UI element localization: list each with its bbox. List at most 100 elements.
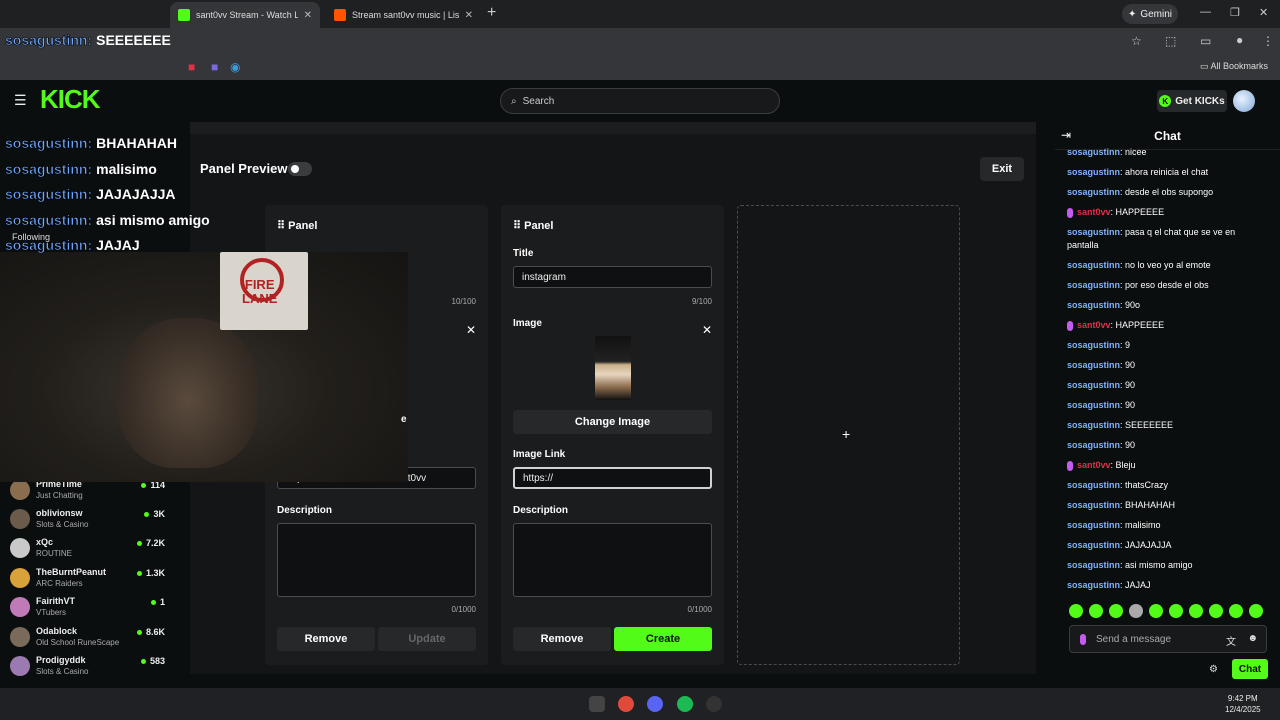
taskbar-search-icon[interactable] (589, 696, 605, 712)
minimize-icon[interactable]: — (1200, 6, 1211, 18)
chat-username[interactable]: sosagustinn (1067, 560, 1120, 570)
bookmark-icon[interactable]: ■ (188, 60, 195, 74)
tab-soundcloud[interactable]: Stream sant0vv music | Listen to ✕ (326, 2, 481, 28)
close-window-icon[interactable]: ✕ (1259, 6, 1268, 19)
search-input[interactable]: ⌕ Search (500, 88, 780, 114)
gemini-button[interactable]: ✦ Gemini (1122, 4, 1178, 24)
sidebar-streamer[interactable]: oblivionsw Slots & Casino 3K (10, 507, 165, 535)
extensions-icon[interactable]: ⬚ (1165, 34, 1176, 48)
sidebar-streamer[interactable]: Prodigyddk Slots & Casino 583 (10, 654, 165, 682)
user-avatar[interactable] (1233, 90, 1255, 112)
profile-icon[interactable]: ● (1236, 33, 1243, 47)
chat-username[interactable]: sosagustinn (1067, 227, 1120, 237)
restore-icon[interactable]: ❐ (1230, 6, 1240, 19)
emote-icon[interactable] (1229, 604, 1243, 618)
chat-username[interactable]: sosagustinn (1067, 187, 1120, 197)
chat-text: 90 (1125, 400, 1136, 410)
chat-username[interactable]: sosagustinn (1067, 540, 1120, 550)
emote-icon[interactable] (1249, 604, 1263, 618)
chat-username[interactable]: sosagustinn (1067, 147, 1120, 157)
chat-username[interactable]: sosagustinn (1067, 167, 1120, 177)
sidebar-streamer[interactable]: Odablock Old School RuneScape 8.6K (10, 625, 165, 653)
taskbar-spotify-icon[interactable] (677, 696, 693, 712)
chat-message: sosagustinn: 90 (1067, 359, 1267, 372)
chat-username[interactable]: sosagustinn (1067, 440, 1120, 450)
change-image-button[interactable]: Change Image (513, 410, 712, 434)
description-field[interactable] (277, 523, 476, 597)
chat-username[interactable]: sosagustinn (1067, 520, 1120, 530)
update-button[interactable]: Update (378, 627, 476, 651)
chat-message: sant0vv: Bleju (1067, 459, 1267, 472)
streamer-name: FairithVT (36, 596, 76, 606)
emote-icon[interactable] (1189, 604, 1203, 618)
emote-icon[interactable] (1109, 604, 1123, 618)
chat-text: 90 (1125, 380, 1136, 390)
chat-settings-gear-icon[interactable]: ⚙ (1209, 664, 1218, 675)
emote-icon[interactable] (1149, 604, 1163, 618)
star-icon[interactable]: ☆ (1131, 34, 1142, 48)
sidebar-streamer[interactable]: FairithVT VTubers 1 (10, 595, 165, 623)
bookmarks-bar: ■ ■ ◉ ▭ All Bookmarks (0, 54, 1280, 80)
sidebar-streamer[interactable]: TheBurntPeanut ARC Raiders 1.3K (10, 566, 165, 594)
all-bookmarks-link[interactable]: ▭ All Bookmarks (1200, 61, 1268, 72)
hamburger-menu-icon[interactable]: ☰ (14, 92, 27, 109)
chat-username[interactable]: sant0vv (1077, 207, 1111, 217)
emote-icon[interactable] (1209, 604, 1223, 618)
title-char-count: 10/100 (451, 297, 476, 306)
emote-icon[interactable] (1089, 604, 1103, 618)
chat-username[interactable]: sosagustinn (1067, 500, 1120, 510)
chat-username[interactable]: sosagustinn (1067, 280, 1120, 290)
close-tab-icon[interactable]: ✕ (304, 10, 312, 21)
sidebar-streamer[interactable]: PrimeTime Just Chatting 114 (10, 478, 165, 506)
exit-button[interactable]: Exit (980, 157, 1024, 181)
streamer-name: TheBurntPeanut (36, 567, 107, 577)
emote-icon[interactable] (1129, 604, 1143, 618)
image-link-field[interactable]: https:// (513, 467, 712, 489)
create-button[interactable]: Create (614, 627, 712, 651)
add-panel-placeholder[interactable]: + (737, 205, 960, 665)
chat-username[interactable]: sosagustinn (1067, 340, 1120, 350)
chat-username[interactable]: sosagustinn (1067, 480, 1120, 490)
remove-button[interactable]: Remove (513, 627, 611, 651)
chat-username[interactable]: sosagustinn (1067, 580, 1120, 590)
overlay-chat-user: sosagustinn: (5, 161, 93, 178)
taskbar-chrome-icon[interactable] (618, 696, 634, 712)
tab-kick[interactable]: sant0vv Stream - Watch Live on ✕ (170, 2, 320, 28)
menu-icon[interactable]: ⋮ (1262, 34, 1274, 48)
emoji-icon[interactable]: ☻ (1247, 633, 1258, 644)
chat-text: HAPPEEEE (1115, 207, 1165, 217)
chat-message: sosagustinn: BHAHAHAH (1067, 499, 1267, 512)
chat-username[interactable]: sosagustinn (1067, 260, 1120, 270)
chat-username[interactable]: sosagustinn (1067, 380, 1120, 390)
emote-icon[interactable] (1069, 604, 1083, 618)
emote-icon[interactable] (1169, 604, 1183, 618)
close-tab-icon[interactable]: ✕ (465, 10, 473, 21)
bookmark-icon[interactable]: ■ (211, 60, 218, 74)
chat-text: JAJAJ (1125, 580, 1151, 590)
translate-icon[interactable]: 文 (1226, 633, 1236, 648)
chat-username[interactable]: sosagustinn (1067, 420, 1120, 430)
panel-preview-toggle[interactable] (288, 162, 312, 176)
streamer-avatar (10, 538, 30, 558)
description-field[interactable] (513, 523, 712, 597)
get-kicks-button[interactable]: K Get KICKs (1157, 90, 1227, 112)
chat-username[interactable]: sosagustinn (1067, 360, 1120, 370)
taskbar-obs-icon[interactable] (706, 696, 722, 712)
taskbar-discord-icon[interactable] (647, 696, 663, 712)
chat-username[interactable]: sant0vv (1077, 460, 1111, 470)
sidebar-streamer[interactable]: xQc ROUTINE 7.2K (10, 536, 165, 564)
overlay-chat-user: sosagustinn: (5, 237, 93, 254)
title-field[interactable]: instagram (513, 266, 712, 288)
cast-icon[interactable]: ▭ (1200, 34, 1211, 48)
remove-image-icon[interactable]: ✕ (466, 323, 476, 337)
chat-message-input[interactable]: Send a message 文 ☻ (1069, 625, 1267, 653)
bookmark-icon[interactable]: ◉ (230, 60, 240, 74)
remove-button[interactable]: Remove (277, 627, 375, 651)
chat-username[interactable]: sant0vv (1077, 320, 1111, 330)
chat-username[interactable]: sosagustinn (1067, 300, 1120, 310)
chat-username[interactable]: sosagustinn (1067, 400, 1120, 410)
new-tab-icon[interactable]: + (487, 4, 496, 22)
remove-image-icon[interactable]: ✕ (702, 323, 712, 337)
chat-send-button[interactable]: Chat (1232, 659, 1268, 679)
kick-logo[interactable]: KICK (40, 84, 101, 115)
